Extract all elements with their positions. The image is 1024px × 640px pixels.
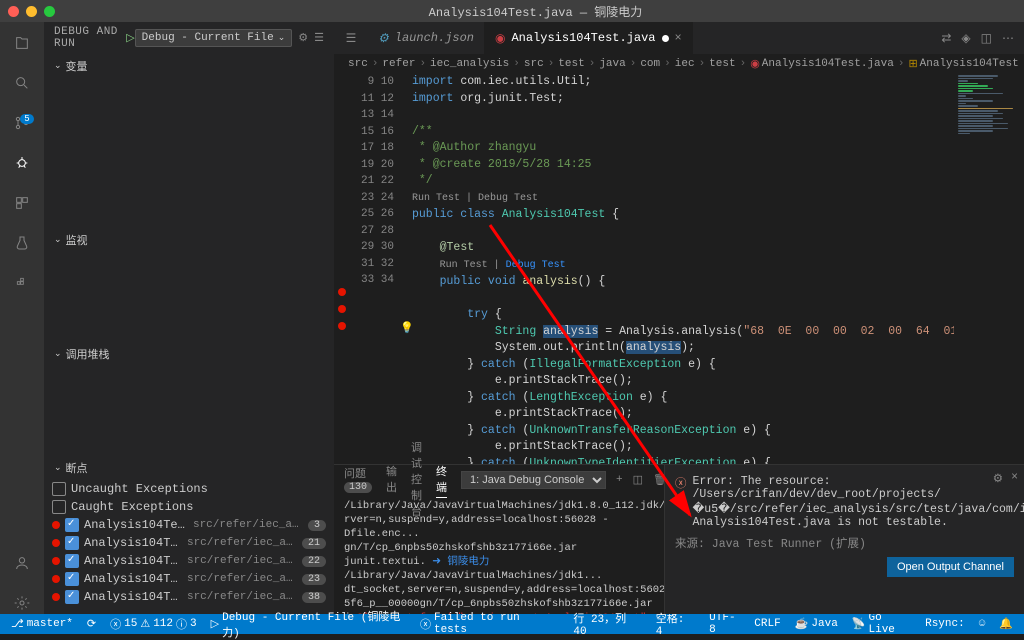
explorer-icon[interactable] — [11, 32, 33, 54]
code-editor[interactable]: 9 10 11 12 13 14 15 16 17 18 19 20 21 22… — [334, 74, 1024, 464]
minimap[interactable] — [954, 74, 1024, 464]
modified-indicator-icon — [662, 35, 669, 42]
close-window-icon[interactable] — [8, 6, 19, 17]
line-numbers: 9 10 11 12 13 14 15 16 17 18 19 20 21 22… — [352, 74, 398, 464]
debug-icon[interactable] — [11, 152, 33, 174]
maximize-window-icon[interactable] — [44, 6, 55, 17]
main-region: 5 DEBUG AND RUN ▷ Debug - Current File ⌄… — [0, 22, 1024, 614]
format-icon[interactable]: ◈ — [961, 31, 970, 46]
breakpoint-row[interactable]: Analysis104Test.javasrc/refer/iec_analy.… — [44, 588, 334, 606]
codelens-debug-test-link[interactable]: Debug Test — [506, 260, 566, 271]
notification-close-icon[interactable]: × — [1011, 471, 1018, 486]
source-control-icon[interactable]: 5 — [11, 112, 33, 134]
minimize-window-icon[interactable] — [26, 6, 37, 17]
notification-message: Error: The resource: /Users/crifan/dev/d… — [693, 475, 1024, 529]
extensions-icon[interactable] — [11, 192, 33, 214]
account-icon[interactable] — [11, 552, 33, 574]
notification-toast: ⚙ × ⓧ Error: The resource: /Users/crifan/… — [664, 465, 1024, 614]
status-problems[interactable]: ⓧ 15 ⚠ 112 ⓘ 3 — [107, 616, 200, 632]
watch-section[interactable]: ⌄监视 — [44, 228, 334, 252]
compare-icon[interactable]: ⇄ — [941, 31, 951, 46]
callstack-section[interactable]: ⌄调用堆栈 — [44, 342, 334, 366]
panel-tab-terminal[interactable]: 终端 — [436, 463, 447, 498]
debug-menu-icon[interactable]: ☰ — [314, 31, 324, 45]
split-terminal-icon[interactable]: ◫ — [633, 473, 643, 487]
debug-sidebar: DEBUG AND RUN ▷ Debug - Current File ⌄ ⚙… — [44, 22, 334, 614]
status-branch[interactable]: ⎇ master* — [8, 617, 76, 631]
panel-region: 问题 130 输出 调试控制台 终端 1: Java Debug Console… — [334, 464, 1024, 614]
editor-tabs: ☰ ⚙launch.json ◉Analysis104Test.java× ⇄ … — [334, 22, 1024, 54]
tab-launch-json[interactable]: ⚙launch.json — [368, 22, 485, 54]
docker-icon[interactable] — [11, 272, 33, 294]
more-icon[interactable]: ⋯ — [1002, 31, 1014, 46]
sidebar-header: DEBUG AND RUN ▷ Debug - Current File ⌄ ⚙… — [44, 22, 334, 54]
notification-gear-icon[interactable]: ⚙ — [993, 471, 1003, 486]
search-icon[interactable] — [11, 72, 33, 94]
open-editors-icon[interactable]: ☰ — [334, 22, 368, 54]
status-language[interactable]: ☕ Java — [792, 617, 841, 631]
error-icon: ⓧ — [675, 475, 687, 491]
start-debug-icon[interactable]: ▷ — [126, 31, 134, 45]
sidebar-title: DEBUG AND RUN — [54, 26, 126, 50]
status-test-fail[interactable]: ⓧ Failed to run tests — [417, 612, 554, 636]
status-bell-icon[interactable]: 🔔 — [996, 617, 1016, 631]
breakpoints-list: Uncaught Exceptions Caught Exceptions An… — [44, 480, 334, 614]
open-output-button[interactable]: Open Output Channel — [887, 557, 1014, 577]
tab-analysis104test[interactable]: ◉Analysis104Test.java× — [485, 22, 693, 54]
status-rsync[interactable]: Rsync: — [922, 618, 968, 630]
debug-config-dropdown[interactable]: Debug - Current File ⌄ — [135, 29, 293, 47]
scm-badge: 5 — [20, 114, 33, 124]
status-encoding[interactable]: UTF-8 — [706, 612, 743, 636]
breakpoint-row[interactable]: Analysis104Test.javasrc/refer/iec_analy.… — [44, 570, 334, 588]
caught-exceptions-checkbox[interactable]: Caught Exceptions — [44, 498, 334, 516]
panel-tabs: 问题 130 输出 调试控制台 终端 1: Java Debug Console… — [334, 465, 664, 495]
folding-margin[interactable]: 💡 — [398, 74, 412, 464]
breakpoint-row[interactable]: Analysis104Test.javasrc/refer/iec_analy.… — [44, 534, 334, 552]
test-icon[interactable] — [11, 232, 33, 254]
code-content[interactable]: import com.iec.utils.Util; import org.ju… — [412, 74, 954, 464]
notification-source: 来源: Java Test Runner (扩展) — [675, 535, 1014, 551]
split-icon[interactable]: ◫ — [981, 31, 992, 46]
glyph-margin[interactable] — [334, 74, 352, 464]
status-bar: ⎇ master* ⟳ ⓧ 15 ⚠ 112 ⓘ 3 ▷ Debug - Cur… — [0, 614, 1024, 634]
new-terminal-icon[interactable]: + — [616, 474, 623, 486]
gear-icon[interactable] — [11, 592, 33, 614]
window-title: Analysis104Test.java — 铜陵电力 — [55, 3, 1016, 20]
uncaught-exceptions-checkbox[interactable]: Uncaught Exceptions — [44, 480, 334, 498]
status-feedback-icon[interactable]: ☺ — [976, 618, 989, 630]
status-eol[interactable]: CRLF — [751, 618, 783, 630]
breakpoint-row[interactable]: Analysis104Test.javasrc/refer/iec_analy.… — [44, 552, 334, 570]
status-sync[interactable]: ⟳ — [84, 617, 99, 631]
codelens-run-test[interactable]: Run Test | Debug Test — [412, 193, 538, 204]
window-controls[interactable] — [8, 6, 55, 17]
debug-settings-icon[interactable]: ⚙ — [298, 31, 308, 45]
breakpoint-row[interactable]: Analysis104Test.javasrc/refer/iec_analys… — [44, 516, 334, 534]
lightbulb-icon[interactable]: 💡 — [400, 321, 414, 335]
status-debug-config[interactable]: ▷ Debug - Current File (铜陵电力) — [208, 608, 409, 640]
variables-section[interactable]: ⌄变量 — [44, 54, 334, 78]
breakpoints-section[interactable]: ⌄断点 — [44, 456, 334, 480]
close-tab-icon[interactable]: × — [675, 31, 682, 45]
editor-actions: ⇄ ◈ ◫ ⋯ — [941, 22, 1024, 54]
breadcrumb[interactable]: src› refer› iec_analysis› src› test› jav… — [334, 54, 1024, 74]
terminal-selector-dropdown[interactable]: 1: Java Debug Console — [461, 471, 606, 489]
status-golive[interactable]: 📡 Go Live — [849, 612, 914, 636]
terminal-content[interactable]: /Library/Java/JavaVirtualMachines/jdk1.8… — [334, 495, 664, 614]
editor-region: ☰ ⚙launch.json ◉Analysis104Test.java× ⇄ … — [334, 22, 1024, 614]
title-bar: Analysis104Test.java — 铜陵电力 — [0, 0, 1024, 22]
panel-tab-output[interactable]: 输出 — [386, 463, 397, 497]
panel-tab-problems[interactable]: 问题 130 — [344, 465, 372, 495]
activity-bar: 5 — [0, 22, 44, 614]
